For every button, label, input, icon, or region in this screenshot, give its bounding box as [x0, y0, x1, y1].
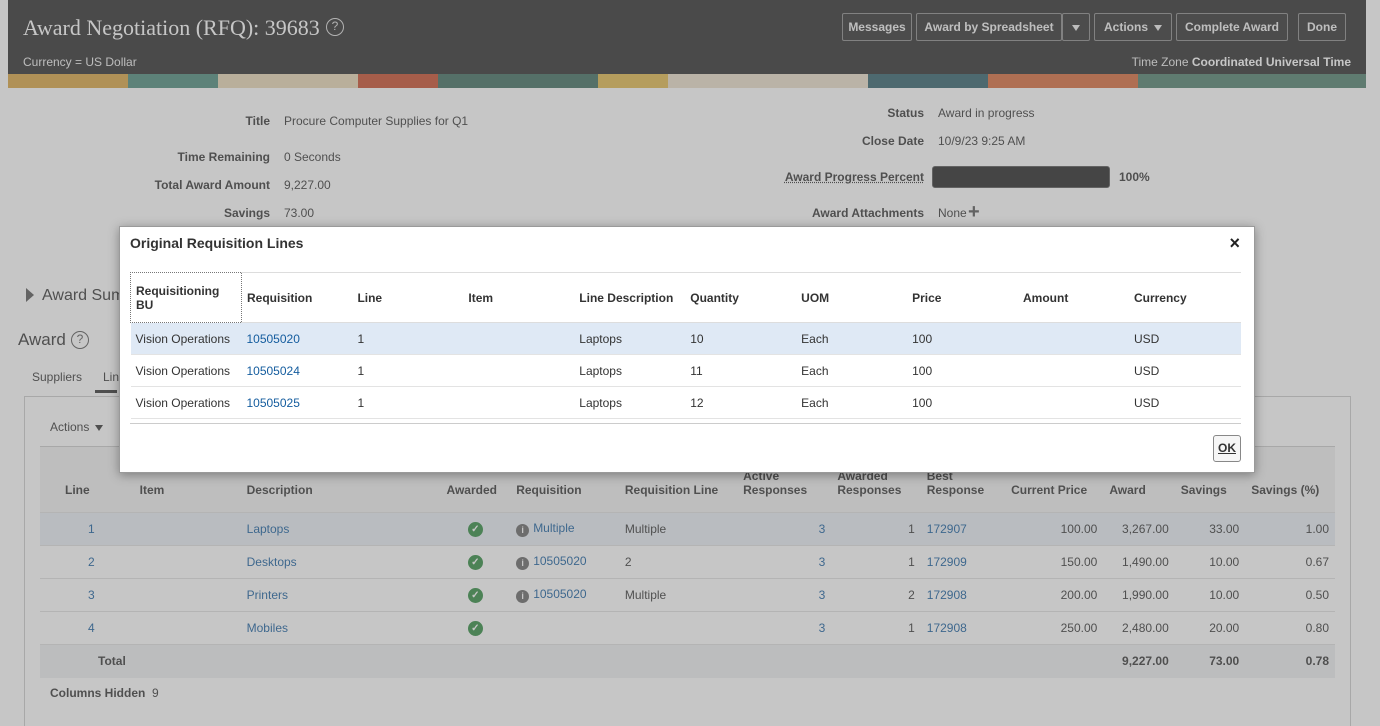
ok-button[interactable]: OK	[1213, 435, 1241, 462]
requisition-link[interactable]: 10505024	[241, 354, 353, 387]
amount-cell	[1018, 354, 1129, 387]
uom-cell: Each	[796, 354, 908, 387]
close-icon[interactable]: ×	[1229, 233, 1240, 254]
table-header-row: Requisitioning BU Requisition Line Item …	[130, 272, 1241, 323]
line-description-cell: Laptops	[574, 386, 686, 419]
item-cell	[463, 386, 575, 419]
dialog-divider	[130, 423, 1241, 424]
price-cell: 100	[907, 354, 1019, 387]
col-item[interactable]: Item	[463, 272, 575, 323]
col-requisition[interactable]: Requisition	[241, 272, 353, 323]
quantity-cell: 10	[685, 322, 797, 355]
bu-cell: Vision Operations	[130, 386, 242, 419]
table-row[interactable]: Vision Operations 10505024 1 Laptops 11 …	[130, 354, 1241, 387]
col-amount[interactable]: Amount	[1018, 272, 1129, 323]
requisition-lines-table: Requisitioning BU Requisition Line Item …	[130, 272, 1241, 419]
col-requisitioning-bu[interactable]: Requisitioning BU	[130, 272, 242, 323]
item-cell	[463, 354, 575, 387]
quantity-cell: 11	[685, 354, 797, 387]
currency-cell: USD	[1128, 354, 1241, 387]
price-cell: 100	[907, 386, 1019, 419]
amount-cell	[1018, 386, 1129, 419]
col-price[interactable]: Price	[907, 272, 1019, 323]
uom-cell: Each	[796, 386, 908, 419]
amount-cell	[1018, 322, 1129, 355]
col-currency[interactable]: Currency	[1128, 272, 1241, 323]
currency-cell: USD	[1128, 386, 1241, 419]
line-cell: 1	[352, 386, 464, 419]
requisition-link[interactable]: 10505020	[241, 322, 353, 355]
col-uom[interactable]: UOM	[796, 272, 908, 323]
line-description-cell: Laptops	[574, 322, 686, 355]
line-description-cell: Laptops	[574, 354, 686, 387]
original-requisition-lines-dialog: Original Requisition Lines × Requisition…	[119, 226, 1255, 473]
col-line[interactable]: Line	[352, 272, 464, 323]
table-row[interactable]: Vision Operations 10505020 1 Laptops 10 …	[130, 322, 1241, 355]
col-quantity[interactable]: Quantity	[685, 272, 797, 323]
quantity-cell: 12	[685, 386, 797, 419]
uom-cell: Each	[796, 322, 908, 355]
requisition-link[interactable]: 10505025	[241, 386, 353, 419]
col-line-description[interactable]: Line Description	[574, 272, 686, 323]
dialog-title: Original Requisition Lines	[130, 235, 304, 251]
line-cell: 1	[352, 322, 464, 355]
bu-cell: Vision Operations	[130, 322, 242, 355]
price-cell: 100	[907, 322, 1019, 355]
table-row[interactable]: Vision Operations 10505025 1 Laptops 12 …	[130, 386, 1241, 419]
bu-cell: Vision Operations	[130, 354, 242, 387]
item-cell	[463, 322, 575, 355]
currency-cell: USD	[1128, 322, 1241, 355]
line-cell: 1	[352, 354, 464, 387]
